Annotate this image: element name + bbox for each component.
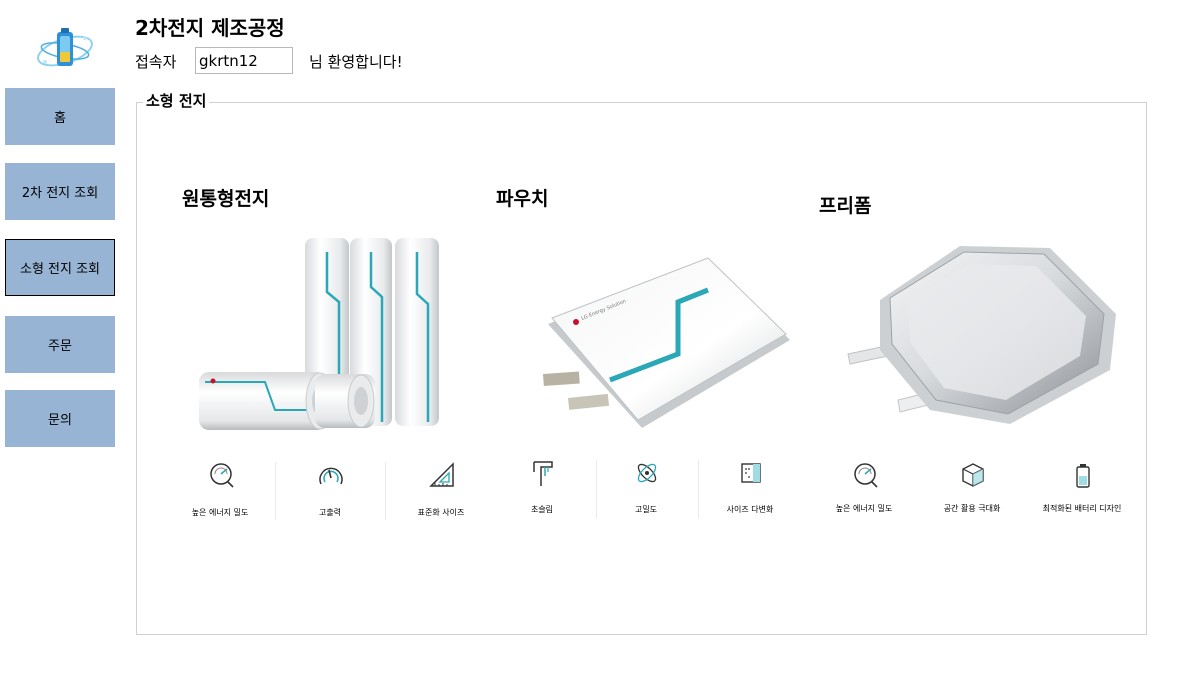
battery-design-icon xyxy=(1076,464,1090,488)
feature-label-high-power: 고출력 xyxy=(318,508,342,517)
set-square-icon xyxy=(429,462,454,487)
atom-icon xyxy=(637,463,657,483)
nav-small-battery-button[interactable]: 소형 전지 조회 xyxy=(5,239,115,296)
feature-label-energy-density-2: 높은 에너지 밀도 xyxy=(835,504,893,513)
energy-density-icon xyxy=(210,463,234,488)
category-title-freeform: 프리폼 xyxy=(819,195,872,217)
feature-divider xyxy=(275,462,276,520)
feature-label-size-variety: 사이즈 다변화 xyxy=(726,505,774,514)
power-gauge-icon xyxy=(319,467,343,485)
feature-label-space-utilization: 공간 활용 극대화 xyxy=(943,504,1001,513)
app-title: 2차전지 제조공정 xyxy=(135,16,285,40)
feature-label-ultra-slim: 초슬림 xyxy=(530,505,554,514)
groupbox-legend: 소형 전지 xyxy=(143,90,210,111)
feature-divider xyxy=(385,462,386,520)
feature-divider xyxy=(596,460,597,518)
size-grid-icon xyxy=(741,463,761,483)
energy-density-icon xyxy=(854,463,878,488)
nav-home-button[interactable]: 홈 xyxy=(5,88,115,145)
category-title-cylindrical: 원통형전지 xyxy=(182,188,270,210)
nav-inquiry-button[interactable]: 문의 xyxy=(5,390,115,447)
user-id-field[interactable] xyxy=(195,47,293,74)
user-label: 접속자 xyxy=(135,53,177,71)
feature-label-standard-size: 표준화 사이즈 xyxy=(417,508,465,517)
feature-label-high-density: 고밀도 xyxy=(634,505,658,514)
feature-divider xyxy=(698,460,699,518)
cube-icon xyxy=(962,463,984,487)
category-title-pouch: 파우치 xyxy=(496,188,549,210)
welcome-text: 님 환영합니다! xyxy=(309,53,403,71)
feature-label-energy-density-1: 높은 에너지 밀도 xyxy=(191,508,249,517)
nav-order-button[interactable]: 주문 xyxy=(5,316,115,373)
battery-logo-icon xyxy=(37,28,93,67)
caliper-icon xyxy=(533,461,553,486)
pouch-battery-image: LG Energy Solution xyxy=(543,257,790,428)
feature-label-optimized-design: 최적화된 배터리 디자인 xyxy=(1042,504,1122,513)
freeform-battery-image xyxy=(847,246,1116,424)
cylindrical-battery-image xyxy=(199,238,439,430)
nav-secondary-battery-button[interactable]: 2차 전지 조회 xyxy=(5,163,115,220)
